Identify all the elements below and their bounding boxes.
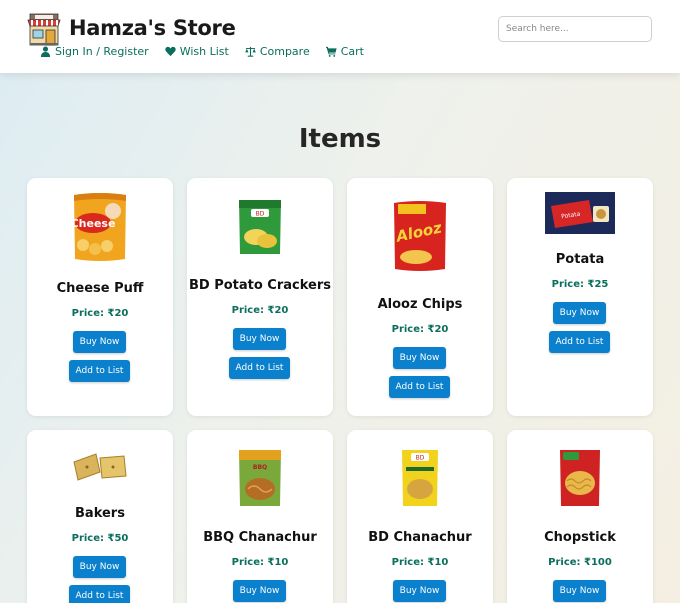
nav-wish-list[interactable]: Wish List xyxy=(165,45,229,58)
svg-text:BD: BD xyxy=(256,211,265,218)
product-price: Price: ₹10 xyxy=(391,557,449,568)
user-icon xyxy=(40,46,51,57)
svg-text:BBQ: BBQ xyxy=(253,464,267,471)
product-price: Price: ₹20 xyxy=(71,308,129,319)
product-card: Cheese Cheese Puff Price: ₹20 Buy Now Ad… xyxy=(27,178,173,416)
bakers-image xyxy=(27,450,173,484)
product-card: Chopstick Price: ₹100 Buy Now xyxy=(507,430,653,603)
nav-label: Cart xyxy=(340,45,364,58)
buy-now-button[interactable]: Buy Now xyxy=(553,302,606,324)
product-price: Price: ₹20 xyxy=(231,305,289,316)
add-to-list-button[interactable]: Add to List xyxy=(549,331,610,353)
product-card: Alooz Alooz Chips Price: ₹20 Buy Now Add… xyxy=(347,178,493,416)
buy-now-button[interactable]: Buy Now xyxy=(233,580,286,602)
product-price: Price: ₹25 xyxy=(551,279,609,290)
add-to-list-button[interactable]: Add to List xyxy=(229,357,290,379)
product-name: Bakers xyxy=(75,506,125,521)
add-to-list-button[interactable]: Add to List xyxy=(389,376,450,398)
potata-image: Potata xyxy=(507,192,653,234)
nav-label: Wish List xyxy=(179,45,229,58)
buy-now-button[interactable]: Buy Now xyxy=(393,580,446,602)
product-price: Price: ₹50 xyxy=(71,533,129,544)
heart-icon xyxy=(165,46,176,57)
product-card: BD BD Chanachur Price: ₹10 Buy Now xyxy=(347,430,493,603)
buy-now-button[interactable]: Buy Now xyxy=(73,331,126,353)
product-name: BD Chanachur xyxy=(368,530,472,545)
store-logo-icon[interactable] xyxy=(26,11,62,47)
nav-compare[interactable]: Compare xyxy=(245,45,310,58)
page-title: Items xyxy=(298,124,382,154)
cart-icon xyxy=(325,46,337,57)
product-name: Alooz Chips xyxy=(377,297,463,312)
product-card: BD BD Potato Crackers Price: ₹20 Buy Now… xyxy=(187,178,333,416)
alooz-chips-image: Alooz xyxy=(347,199,493,273)
buy-now-button[interactable]: Buy Now xyxy=(553,580,606,602)
product-name: BBQ Chanachur xyxy=(203,530,317,545)
potato-crackers-image: BD xyxy=(187,197,333,257)
bbq-chanachur-image: BBQ xyxy=(187,447,333,509)
bd-chanachur-image: BD xyxy=(347,447,493,509)
chopstick-image xyxy=(507,447,653,509)
product-price: Price: ₹20 xyxy=(391,324,449,335)
product-card: Bakers Price: ₹50 Buy Now Add to List xyxy=(27,430,173,603)
buy-now-button[interactable]: Buy Now xyxy=(73,556,126,578)
nav-label: Compare xyxy=(259,45,310,58)
buy-now-button[interactable]: Buy Now xyxy=(233,328,286,350)
buy-now-button[interactable]: Buy Now xyxy=(393,347,446,369)
product-price: Price: ₹100 xyxy=(548,557,612,568)
scale-icon xyxy=(245,46,256,57)
svg-text:BD: BD xyxy=(416,455,425,462)
nav-sign-in-register[interactable]: Sign In / Register xyxy=(40,45,149,58)
product-name: Potata xyxy=(555,252,605,267)
store-name[interactable]: Hamza's Store xyxy=(69,16,236,40)
site-header: Hamza's Store Sign In / Register Wish Li… xyxy=(0,0,680,73)
product-price: Price: ₹10 xyxy=(231,557,289,568)
product-card: BBQ BBQ Chanachur Price: ₹10 Buy Now xyxy=(187,430,333,603)
add-to-list-button[interactable]: Add to List xyxy=(69,585,130,603)
cheese-puff-image: Cheese xyxy=(27,191,173,263)
product-card: Potata Potata Price: ₹25 Buy Now Add to … xyxy=(507,178,653,416)
svg-text:Cheese: Cheese xyxy=(71,217,115,230)
product-name: BD Potato Crackers xyxy=(188,278,332,293)
product-name: Cheese Puff xyxy=(56,281,144,296)
nav-label: Sign In / Register xyxy=(55,45,149,58)
add-to-list-button[interactable]: Add to List xyxy=(69,360,130,382)
header-nav: Sign In / Register Wish List Compare Car… xyxy=(40,45,364,58)
nav-cart[interactable]: Cart xyxy=(325,45,364,58)
product-name: Chopstick xyxy=(544,530,616,545)
search-input[interactable] xyxy=(498,16,652,42)
